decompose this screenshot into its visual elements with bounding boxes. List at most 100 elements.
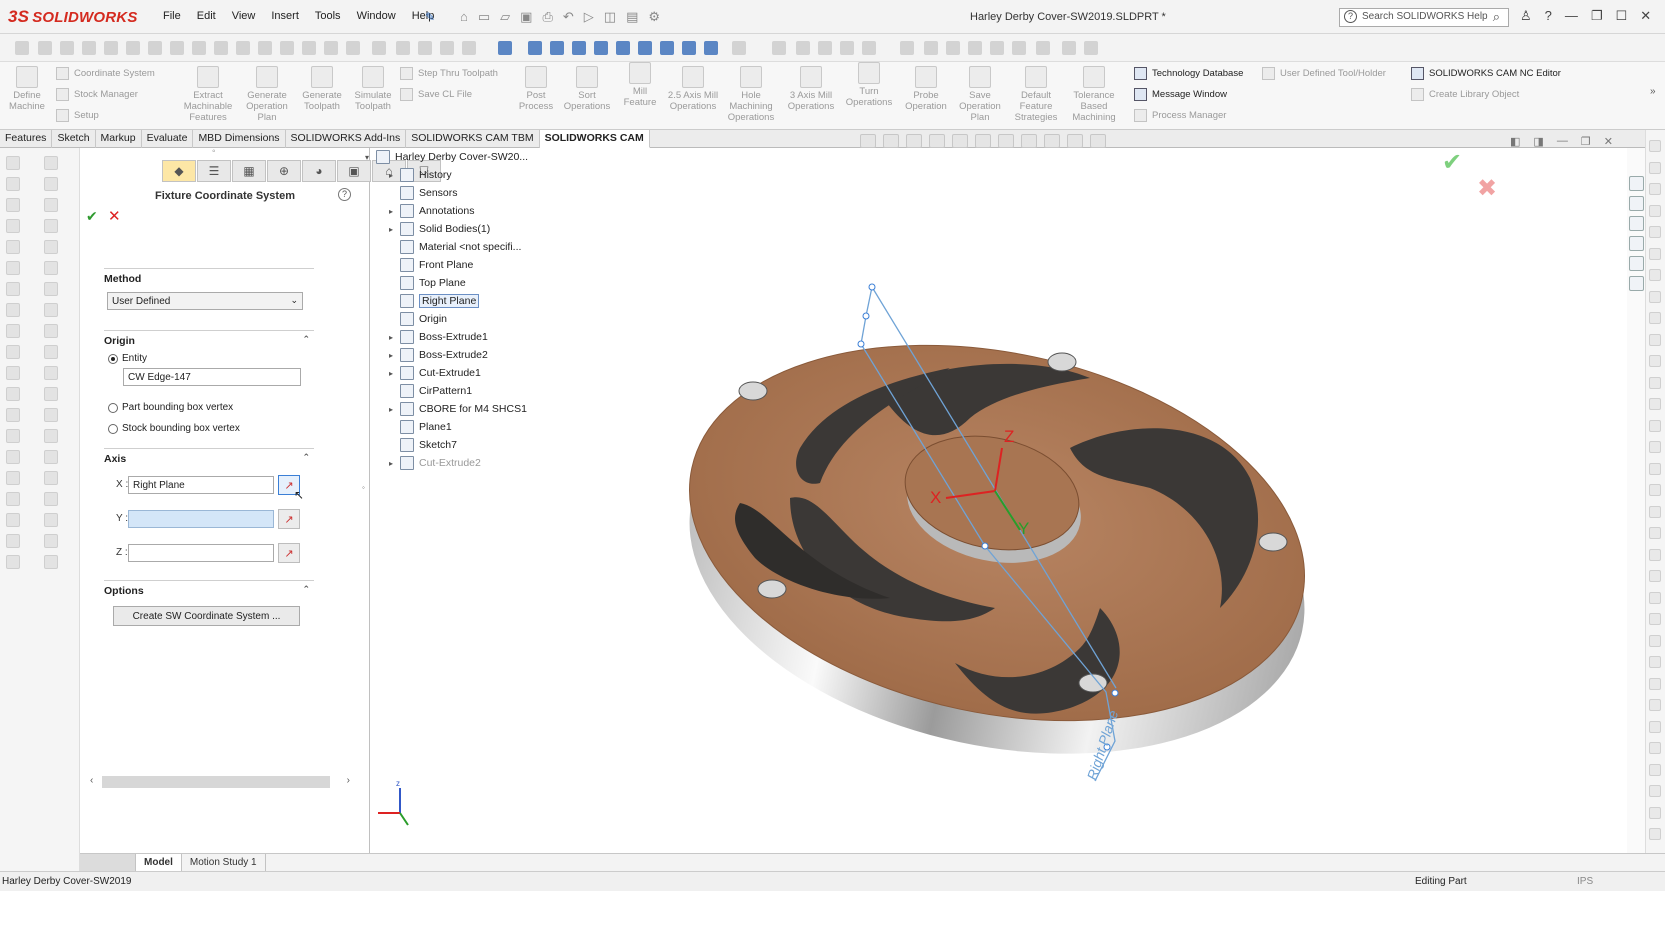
toolbar-tool-icon[interactable] — [682, 41, 696, 55]
tree-node[interactable]: ▸ Boss-Extrude1 — [386, 330, 488, 344]
select-icon[interactable]: ▷ — [584, 9, 594, 25]
coordinate-system-button[interactable]: Coordinate System — [56, 67, 155, 80]
entity-field[interactable]: CW Edge-147 — [123, 368, 301, 386]
tree-node[interactable]: Front Plane — [386, 258, 473, 272]
toolbar-tool-icon[interactable] — [796, 41, 810, 55]
sketch-tool-icon[interactable] — [1649, 677, 1661, 690]
cam-tool-icon[interactable] — [6, 534, 20, 548]
toolbar-tool-icon[interactable] — [862, 41, 876, 55]
toolbar-tool-icon[interactable] — [346, 41, 360, 55]
close-icon[interactable]: ✕ — [1640, 8, 1651, 24]
sketch-tool-icon[interactable] — [1649, 505, 1661, 518]
extract-features-button[interactable]: Extract Machinable Features — [180, 66, 236, 123]
technology-database-button[interactable]: Technology Database — [1134, 67, 1243, 80]
tree-node[interactable]: ▸ CBORE for M4 SHCS1 — [386, 402, 527, 416]
expand-arrow-icon[interactable]: ▸ — [386, 459, 396, 468]
scroll-right-icon[interactable]: › — [347, 775, 350, 786]
stock-bbox-radio[interactable]: Stock bounding box vertex — [108, 423, 240, 434]
splitter-handle[interactable]: ◦ — [362, 483, 368, 493]
save-plan-button[interactable]: Save Operation Plan — [955, 66, 1005, 123]
sketch-tool-icon[interactable] — [1649, 183, 1661, 195]
cam-tool-icon[interactable] — [44, 345, 58, 359]
menu-insert[interactable]: Insert — [263, 10, 307, 22]
tree-node[interactable]: Right Plane — [386, 294, 480, 308]
toolbar-tool-icon[interactable] — [372, 41, 386, 55]
plane-handle[interactable] — [857, 340, 865, 348]
sketch-tool-icon[interactable] — [1649, 699, 1661, 711]
solidworks-resources-icon[interactable] — [1629, 176, 1644, 191]
toolbar-tool-icon[interactable] — [418, 41, 432, 55]
plane-handle[interactable] — [981, 542, 989, 550]
cam-tool-icon[interactable] — [44, 198, 58, 212]
toolbar-tool-icon[interactable] — [924, 41, 938, 55]
sketch-tool-icon[interactable] — [1649, 376, 1661, 389]
design-library-icon[interactable] — [1629, 196, 1644, 211]
appearance-icon[interactable]: ◕ — [302, 160, 336, 182]
reverse-z-direction-icon[interactable]: ↗ — [278, 543, 300, 563]
cam-tool-icon[interactable] — [44, 177, 58, 191]
cam-tool-icon[interactable] — [44, 555, 58, 569]
cam-tool-icon[interactable] — [44, 387, 58, 401]
toolbar-tool-icon[interactable] — [968, 41, 982, 55]
tree-node[interactable]: ▸ Boss-Extrude2 — [386, 348, 488, 362]
hole-machining-button[interactable]: Hole Machining Operations — [723, 66, 779, 123]
expand-arrow-icon[interactable]: ▸ — [386, 405, 396, 414]
toolbar-tool-icon[interactable] — [126, 41, 140, 55]
plane-handle[interactable] — [862, 312, 870, 320]
cam-tool-icon[interactable] — [44, 513, 58, 527]
scroll-thumb[interactable] — [102, 776, 330, 788]
sketch-tool-icon[interactable] — [1649, 527, 1661, 539]
cam-tool-icon[interactable] — [44, 492, 58, 506]
toolbar-tool-icon[interactable] — [528, 41, 542, 55]
cam-tool-icon[interactable] — [6, 492, 20, 506]
menu-file[interactable]: File — [155, 10, 189, 22]
open-icon[interactable]: ▱ — [500, 9, 510, 25]
default-strategies-button[interactable]: Default Feature Strategies — [1009, 66, 1063, 123]
sketch-tool-icon[interactable] — [1649, 720, 1661, 733]
print-icon[interactable]: ⎙ — [542, 9, 552, 25]
collapse-icon[interactable]: ⌃ — [302, 584, 310, 595]
collapse-icon[interactable]: ⌃ — [302, 334, 310, 345]
tab-cam-tbm[interactable]: SOLIDWORKS CAM TBM — [406, 130, 540, 148]
toolbar-tool-icon[interactable] — [38, 41, 52, 55]
create-sw-coordinate-system-button[interactable]: Create SW Coordinate System ... — [113, 606, 300, 626]
options-group-header[interactable]: Options ⌃ — [104, 580, 314, 597]
tree-node[interactable]: Sensors — [386, 186, 458, 200]
custom-properties-icon[interactable] — [1629, 276, 1644, 291]
cam-tool-icon[interactable] — [6, 198, 20, 212]
sketch-tool-icon[interactable] — [1649, 548, 1661, 561]
edit-appearance-icon[interactable] — [1044, 134, 1060, 148]
help-icon[interactable]: ? — [338, 188, 351, 201]
turn-operations-button[interactable]: Turn Operations — [843, 62, 895, 108]
cam-operation-tree-icon[interactable]: ◆ — [162, 160, 196, 182]
tree-node[interactable]: ▸ Cut-Extrude1 — [386, 366, 481, 380]
toolbar-tool-icon[interactable] — [1084, 41, 1098, 55]
toolbar-tool-icon[interactable] — [990, 41, 1004, 55]
x-axis-field[interactable]: Right Plane — [128, 476, 274, 494]
toolbar-tool-icon[interactable] — [104, 41, 118, 55]
reverse-y-direction-icon[interactable]: ↗ — [278, 509, 300, 529]
pin-icon[interactable]: ✎ — [425, 10, 435, 24]
file-explorer-icon[interactable] — [1629, 216, 1644, 231]
confirm-check-icon[interactable]: ✔ — [1442, 149, 1462, 176]
toolbar-tool-icon[interactable] — [60, 41, 74, 55]
apply-scene-icon[interactable] — [1067, 134, 1083, 148]
cancel-x-icon[interactable]: ✕ — [108, 207, 121, 225]
define-machine-button[interactable]: Define Machine — [6, 66, 48, 112]
sketch-tool-icon[interactable] — [1649, 570, 1661, 582]
tile-left-icon[interactable]: ◧ — [1510, 135, 1520, 148]
status-units[interactable]: IPS — [1577, 876, 1593, 887]
help-icon[interactable]: ? — [1545, 8, 1552, 24]
y-axis-field[interactable] — [128, 510, 274, 528]
sketch-tool-icon[interactable] — [1649, 441, 1661, 453]
cam-tool-icon[interactable] — [44, 282, 58, 296]
sort-operations-button[interactable]: Sort Operations — [563, 66, 611, 112]
entity-radio[interactable]: Entity — [108, 353, 147, 364]
cam-tool-icon[interactable] — [44, 408, 58, 422]
mill-feature-button[interactable]: Mill Feature — [619, 62, 661, 108]
sketch-tool-icon[interactable] — [1649, 613, 1661, 625]
view-orientation-icon[interactable] — [975, 134, 991, 148]
cam-tool-icon[interactable] — [44, 303, 58, 317]
cam-tool-icon[interactable] — [6, 366, 20, 380]
cam-tool-icon[interactable] — [6, 261, 20, 275]
